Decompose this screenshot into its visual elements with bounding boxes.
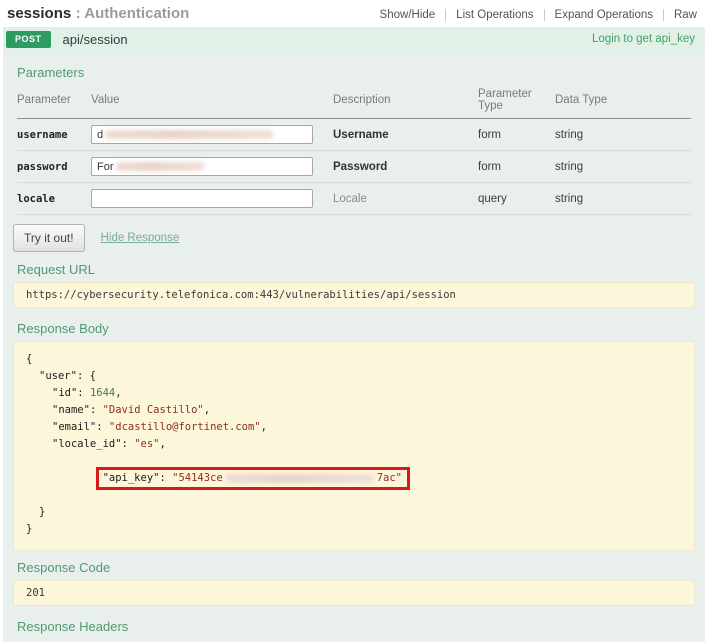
operation-post-api-session: POST api/session Login to get api_key Pa… <box>3 27 705 642</box>
param-type: form <box>478 161 555 173</box>
col-value: Value <box>91 94 333 106</box>
response-headers-heading: Response Headers <box>17 619 691 634</box>
password-input[interactable]: For <box>91 157 313 176</box>
table-row-locale: locale Locale query string <box>17 183 691 215</box>
param-description: Password <box>333 161 478 173</box>
json-line: } <box>26 504 682 521</box>
actions-row: Try it out! Hide Response <box>13 224 691 252</box>
show-hide-link[interactable]: Show/Hide <box>370 9 446 21</box>
resource-title: sessions : Authentication <box>7 5 189 23</box>
response-body-heading: Response Body <box>17 321 691 336</box>
json-line: { <box>26 351 682 368</box>
param-name: password <box>17 161 91 173</box>
resource-description: : Authentication <box>76 5 190 22</box>
resource-nav: Show/Hide List Operations Expand Operati… <box>370 9 699 21</box>
param-data-type: string <box>555 161 691 173</box>
param-description: Locale <box>333 193 478 205</box>
try-it-out-button[interactable]: Try it out! <box>13 224 85 252</box>
redacted-api-key-blur <box>226 474 374 483</box>
response-body-box: { "user": { "id": 1644, "name": "David C… <box>13 341 695 551</box>
parameters-table-header: Parameter Value Description Parameter Ty… <box>17 85 691 119</box>
request-url-value: https://cybersecurity.telefonica.com:443… <box>26 289 456 301</box>
json-line: "user": { <box>26 368 682 385</box>
request-url-heading: Request URL <box>17 262 691 277</box>
login-to-get-apikey-link[interactable]: Login to get api_key <box>592 33 695 45</box>
col-description: Description <box>333 94 478 106</box>
response-code-value: 201 <box>26 587 45 599</box>
json-line: } <box>26 521 682 538</box>
json-line: "name": "David Castillo", <box>26 402 682 419</box>
param-description: Username <box>333 129 478 141</box>
col-parameter: Parameter <box>17 94 91 106</box>
expand-operations-link[interactable]: Expand Operations <box>545 9 663 21</box>
locale-input[interactable] <box>91 189 313 208</box>
operation-path: api/session <box>63 32 128 47</box>
param-type: form <box>478 129 555 141</box>
username-input[interactable]: d <box>91 125 313 144</box>
response-code-box: 201 <box>13 580 695 606</box>
http-method-badge: POST <box>6 31 51 48</box>
col-data-type: Data Type <box>555 94 691 106</box>
operation-content: Parameters Parameter Value Description P… <box>3 51 705 642</box>
username-value-visible: d <box>97 129 103 141</box>
param-type: query <box>478 193 555 205</box>
api-key-red-annotation-box: "api_key": "54143ce7ac" <box>96 467 410 490</box>
param-name: username <box>17 129 91 141</box>
list-operations-link[interactable]: List Operations <box>446 9 543 21</box>
param-data-type: string <box>555 193 691 205</box>
col-parameter-type: Parameter Type <box>478 88 555 112</box>
response-code-heading: Response Code <box>17 560 691 575</box>
param-data-type: string <box>555 129 691 141</box>
hide-response-link[interactable]: Hide Response <box>101 232 180 244</box>
table-row-password: password For Password form string <box>17 151 691 183</box>
table-row-username: username d Username form string <box>17 119 691 151</box>
resource-name: sessions <box>7 5 71 22</box>
param-name: locale <box>17 193 91 205</box>
redacted-password-blur <box>116 162 204 171</box>
password-value-visible: For <box>97 161 114 173</box>
redacted-username-blur <box>105 130 273 139</box>
parameters-table: Parameter Value Description Parameter Ty… <box>17 85 691 215</box>
parameters-heading: Parameters <box>17 65 691 80</box>
json-line: "id": 1644, <box>26 385 682 402</box>
raw-link[interactable]: Raw <box>664 9 699 21</box>
json-line: "email": "dcastillo@fortinet.com", <box>26 419 682 436</box>
request-url-box: https://cybersecurity.telefonica.com:443… <box>13 282 695 308</box>
json-line-api-key: "api_key": "54143ce7ac" <box>26 453 682 504</box>
json-line: "locale_id": "es", <box>26 436 682 453</box>
resource-header: sessions : Authentication Show/Hide List… <box>0 0 705 27</box>
operation-header-bar[interactable]: POST api/session Login to get api_key <box>3 27 705 51</box>
